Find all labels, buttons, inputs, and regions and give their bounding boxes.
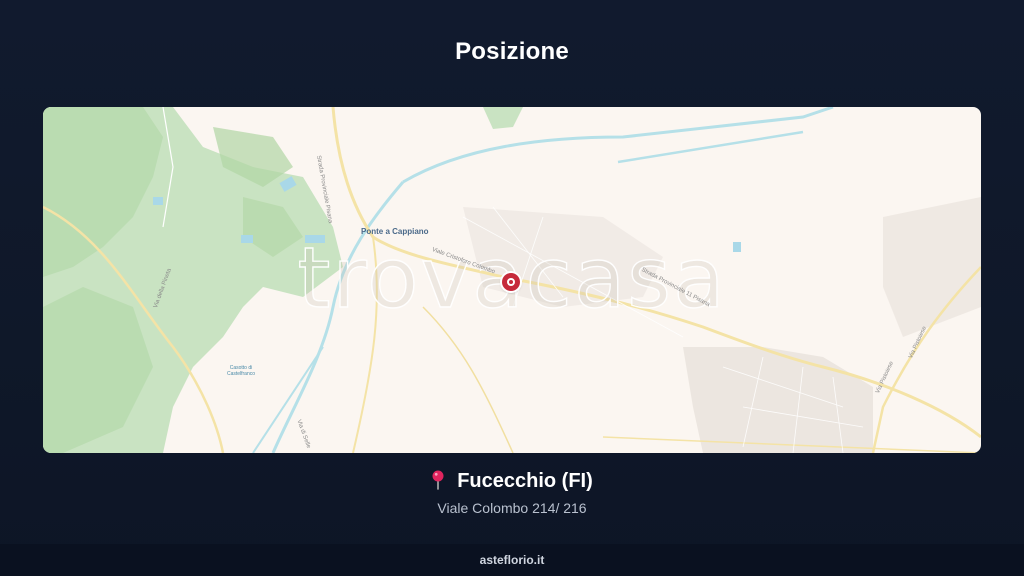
- footer-brand: asteflorio.it: [0, 544, 1024, 576]
- round-pushpin-icon: [432, 470, 444, 490]
- map-place-label: Ponte a Cappiano: [361, 227, 429, 236]
- page-title: Posizione: [455, 38, 569, 65]
- location-address: Viale Colombo 214/ 216: [437, 500, 587, 516]
- location-marker-icon[interactable]: [502, 273, 520, 291]
- map-small-label: Casotto di Castelfranco: [226, 365, 256, 377]
- map-view[interactable]: trovacasa Ponte a Cappiano Strada Provin…: [43, 107, 981, 453]
- location-city: Fucecchio (FI): [457, 470, 593, 492]
- location-title: Fucecchio (FI): [0, 470, 1024, 493]
